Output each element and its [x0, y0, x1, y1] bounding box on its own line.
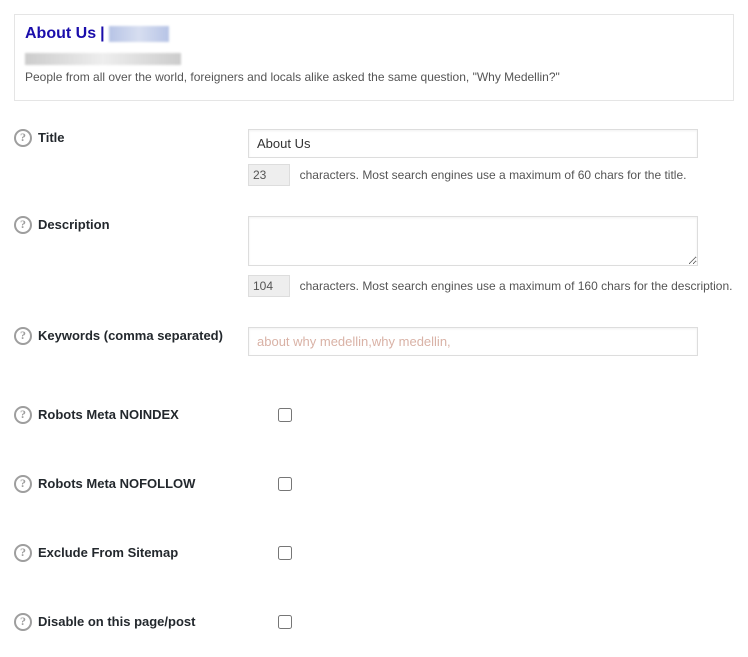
serp-preview-title-line: About Us |: [25, 25, 723, 43]
description-label: Description: [38, 217, 110, 232]
serp-preview-separator: |: [100, 25, 104, 43]
help-icon[interactable]: ?: [14, 544, 32, 562]
help-icon[interactable]: ?: [14, 327, 32, 345]
help-icon[interactable]: ?: [14, 475, 32, 493]
description-hint: characters. Most search engines use a ma…: [300, 279, 733, 293]
exclude-sitemap-label: Exclude From Sitemap: [38, 545, 178, 560]
title-hint: characters. Most search engines use a ma…: [300, 168, 687, 182]
title-char-count: [248, 164, 290, 186]
redacted-site-name: [109, 26, 169, 42]
description-char-count: [248, 275, 290, 297]
help-icon[interactable]: ?: [14, 406, 32, 424]
disable-page-label: Disable on this page/post: [38, 614, 195, 629]
serp-preview-title: About Us: [25, 25, 96, 43]
serp-preview: About Us | People from all over the worl…: [14, 14, 734, 101]
title-input[interactable]: [248, 129, 698, 158]
robots-nofollow-label: Robots Meta NOFOLLOW: [38, 476, 195, 491]
robots-noindex-checkbox[interactable]: [278, 408, 292, 422]
keywords-label: Keywords (comma separated): [38, 328, 223, 343]
title-label: Title: [38, 130, 65, 145]
description-input[interactable]: [248, 216, 698, 266]
robots-nofollow-checkbox[interactable]: [278, 477, 292, 491]
robots-noindex-label: Robots Meta NOINDEX: [38, 407, 179, 422]
redacted-url: [25, 53, 181, 65]
disable-page-checkbox[interactable]: [278, 615, 292, 629]
help-icon[interactable]: ?: [14, 216, 32, 234]
help-icon[interactable]: ?: [14, 129, 32, 147]
keywords-input[interactable]: [248, 327, 698, 356]
help-icon[interactable]: ?: [14, 613, 32, 631]
exclude-sitemap-checkbox[interactable]: [278, 546, 292, 560]
serp-preview-description: People from all over the world, foreigne…: [25, 69, 585, 86]
